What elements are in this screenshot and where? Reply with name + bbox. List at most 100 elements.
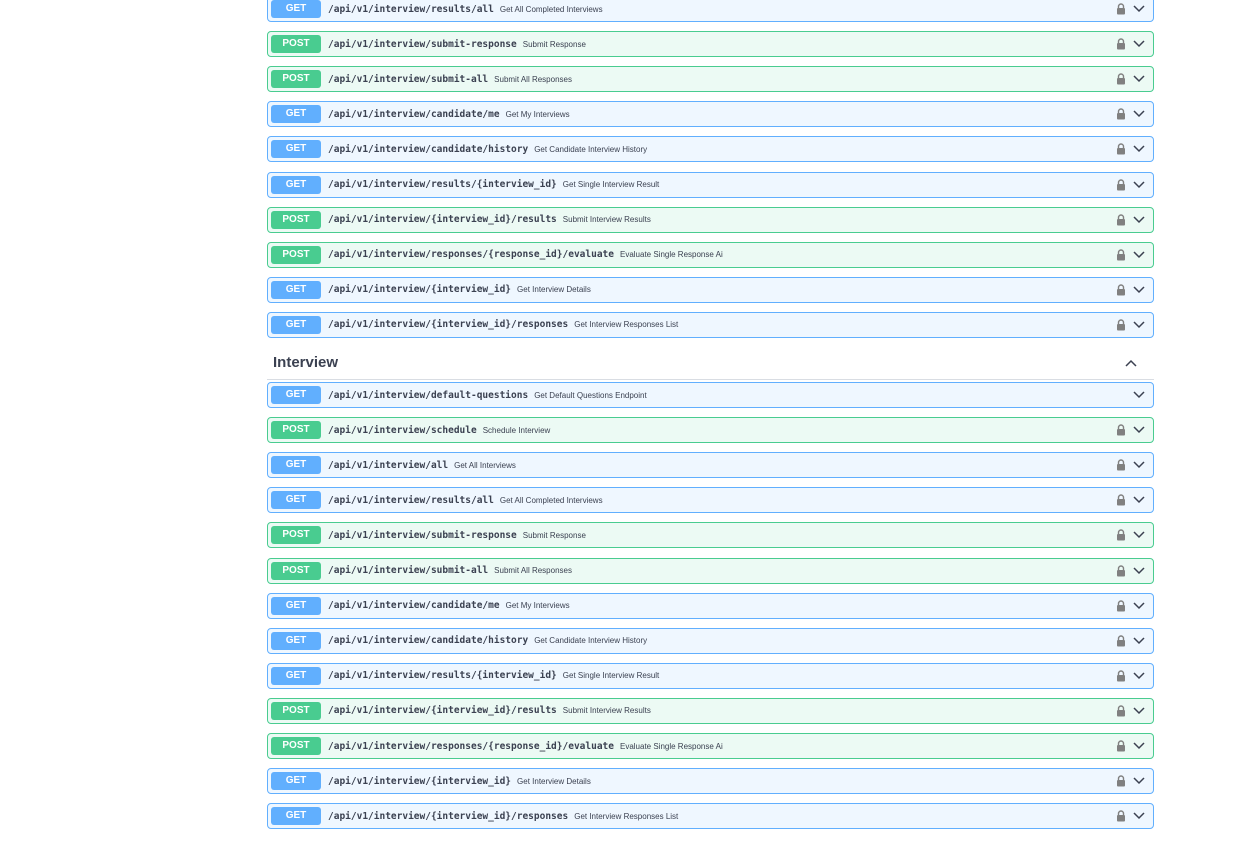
chevron-down-icon[interactable]: [1132, 318, 1146, 332]
operation-path: /api/v1/interview/{interview_id}: [328, 775, 512, 787]
chevron-down-icon[interactable]: [1132, 528, 1146, 542]
lock-icon[interactable]: [1114, 37, 1128, 51]
lock-icon[interactable]: [1114, 142, 1128, 156]
operation-row[interactable]: POST/api/v1/interview/submit-all Submit A…: [267, 66, 1154, 93]
lock-icon[interactable]: [1114, 774, 1128, 788]
operation-row[interactable]: GET/api/v1/interview/all Get All Intervie…: [267, 452, 1154, 479]
chevron-down-icon[interactable]: [1132, 2, 1146, 16]
operation-row[interactable]: POST/api/v1/interview/submit-response Sub…: [267, 522, 1154, 549]
lock-icon[interactable]: [1114, 213, 1128, 227]
operation-row[interactable]: GET/api/v1/interview/candidate/me Get My …: [267, 101, 1154, 128]
chevron-down-icon[interactable]: [1132, 423, 1146, 437]
method-badge: GET: [271, 0, 321, 18]
operation-summary: Submit Interview Results: [562, 706, 651, 716]
lock-icon[interactable]: [1114, 739, 1128, 753]
chevron-down-icon[interactable]: [1132, 37, 1146, 51]
operation-path: /api/v1/interview/{interview_id}/results: [328, 214, 557, 226]
lock-icon[interactable]: [1114, 423, 1128, 437]
method-badge: GET: [271, 596, 321, 615]
operation-row[interactable]: GET/api/v1/interview/{interview_id}/resp…: [267, 311, 1154, 338]
lock-icon[interactable]: [1114, 669, 1128, 683]
chevron-down-icon[interactable]: [1132, 809, 1146, 823]
lock-icon[interactable]: [1114, 704, 1128, 718]
chevron-down-icon[interactable]: [1132, 739, 1146, 753]
operation-summary: Get Interview Responses List: [574, 320, 679, 330]
method-badge: POST: [271, 70, 321, 89]
lock-icon[interactable]: [1114, 634, 1128, 648]
lock-icon[interactable]: [1114, 72, 1128, 86]
operation-row[interactable]: GET/api/v1/interview/{interview_id} Get I…: [267, 276, 1154, 303]
chevron-down-icon[interactable]: [1132, 564, 1146, 578]
chevron-down-icon[interactable]: [1132, 458, 1146, 472]
chevron-down-icon[interactable]: [1132, 774, 1146, 788]
operation-row[interactable]: POST/api/v1/interview/schedule Schedule I…: [267, 417, 1154, 444]
chevron-down-icon[interactable]: [1132, 599, 1146, 613]
method-badge: GET: [271, 772, 321, 791]
operation-path: /api/v1/interview/results/{interview_id}: [328, 670, 557, 682]
operation-row[interactable]: GET/api/v1/interview/candidate/history Ge…: [267, 136, 1154, 163]
operation-path: /api/v1/interview/results/all: [328, 494, 494, 506]
operation-row[interactable]: GET/api/v1/interview/results/{interview_…: [267, 171, 1154, 198]
chevron-down-icon[interactable]: [1132, 493, 1146, 507]
chevron-down-icon[interactable]: [1132, 107, 1146, 121]
lock-icon[interactable]: [1114, 458, 1128, 472]
operation-path: /api/v1/interview/results/{interview_id}: [328, 179, 557, 190]
operation-row[interactable]: GET/api/v1/interview/results/all Get All …: [267, 0, 1154, 22]
lock-icon[interactable]: [1114, 493, 1128, 507]
operation-row[interactable]: GET/api/v1/interview/candidate/history Ge…: [267, 627, 1154, 654]
operation-path: /api/v1/interview/submit-response: [328, 38, 517, 50]
operation-row[interactable]: GET/api/v1/interview/{interview_id} Get I…: [267, 768, 1154, 795]
operation-summary: Submit Response: [522, 39, 586, 49]
operation-summary: Submit Response: [522, 530, 586, 540]
lock-icon[interactable]: [1114, 599, 1128, 613]
lock-icon[interactable]: [1114, 564, 1128, 578]
operation-path: /api/v1/interview/responses/{response_id…: [328, 740, 614, 752]
operation-row[interactable]: GET/api/v1/interview/results/all Get All …: [267, 487, 1154, 514]
method-badge: POST: [271, 526, 321, 545]
operation-path: /api/v1/interview/submit-all: [328, 565, 489, 576]
operation-summary: Submit All Responses: [494, 74, 572, 84]
lock-icon[interactable]: [1114, 178, 1128, 192]
lock-icon[interactable]: [1114, 107, 1128, 121]
chevron-down-icon[interactable]: [1132, 142, 1146, 156]
operation-summary: Get All Interviews: [454, 460, 516, 470]
method-badge: POST: [271, 561, 321, 580]
method-badge: POST: [271, 245, 321, 264]
operation-row[interactable]: GET/api/v1/interview/candidate/me Get My …: [267, 592, 1154, 619]
operation-path: /api/v1/interview/responses/{response_id…: [328, 249, 614, 261]
chevron-down-icon[interactable]: [1132, 669, 1146, 683]
operation-row[interactable]: GET/api/v1/interview/default-questions Ge…: [267, 382, 1154, 408]
chevron-down-icon[interactable]: [1132, 72, 1146, 86]
operation-row[interactable]: POST/api/v1/interview/submit-response Sub…: [267, 31, 1154, 58]
method-badge: GET: [271, 315, 321, 334]
operation-row[interactable]: POST/api/v1/interview/responses/{respons…: [267, 733, 1154, 759]
chevron-up-icon[interactable]: [1124, 356, 1138, 370]
chevron-down-icon[interactable]: [1132, 248, 1146, 262]
operation-path: /api/v1/interview/{interview_id}: [328, 284, 512, 296]
operation-summary: Schedule Interview: [482, 425, 551, 435]
lock-icon[interactable]: [1114, 248, 1128, 262]
lock-icon[interactable]: [1114, 318, 1128, 332]
lock-icon[interactable]: [1114, 283, 1128, 297]
lock-icon[interactable]: [1114, 809, 1128, 823]
operation-summary: Get Candidate Interview History: [534, 636, 648, 646]
operation-summary: Evaluate Single Response Ai: [619, 250, 723, 260]
operation-row[interactable]: GET/api/v1/interview/results/{interview_…: [267, 662, 1154, 689]
chevron-down-icon[interactable]: [1132, 178, 1146, 192]
method-badge: POST: [271, 737, 321, 755]
chevron-down-icon[interactable]: [1132, 704, 1146, 718]
method-badge: GET: [271, 280, 321, 299]
chevron-down-icon[interactable]: [1132, 388, 1146, 402]
operation-summary: Get All Completed Interviews: [499, 495, 603, 505]
chevron-down-icon[interactable]: [1132, 634, 1146, 648]
operation-row[interactable]: POST/api/v1/interview/responses/{respons…: [267, 241, 1154, 268]
chevron-down-icon[interactable]: [1132, 283, 1146, 297]
lock-icon[interactable]: [1114, 2, 1128, 16]
lock-icon[interactable]: [1114, 528, 1128, 542]
operation-row[interactable]: POST/api/v1/interview/{interview_id}/res…: [267, 697, 1154, 724]
interview-section-header[interactable]: Interview: [267, 346, 1154, 380]
operation-row[interactable]: POST/api/v1/interview/{interview_id}/res…: [267, 206, 1154, 233]
operation-row[interactable]: GET/api/v1/interview/{interview_id}/resp…: [267, 803, 1154, 830]
chevron-down-icon[interactable]: [1132, 213, 1146, 227]
operation-row[interactable]: POST/api/v1/interview/submit-all Submit A…: [267, 557, 1154, 584]
